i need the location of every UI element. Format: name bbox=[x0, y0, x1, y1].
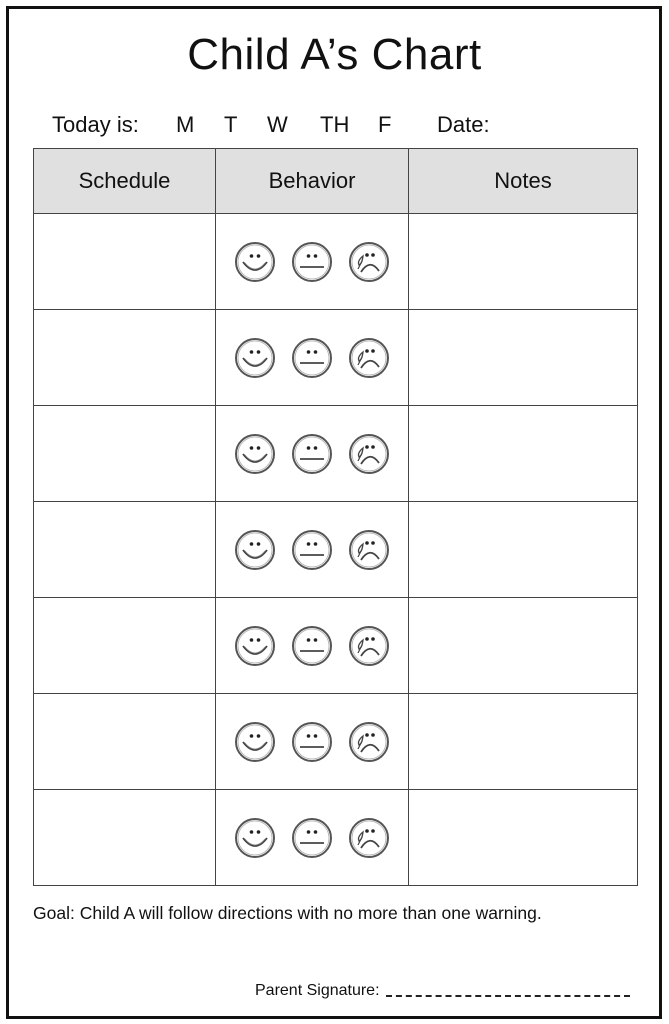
behavior-cell bbox=[215, 501, 409, 598]
behavior-faces bbox=[216, 694, 408, 789]
behavior-faces bbox=[216, 790, 408, 885]
day-option-thursday[interactable]: TH bbox=[320, 112, 349, 138]
table-row bbox=[33, 789, 638, 886]
notes-cell[interactable] bbox=[408, 693, 638, 790]
day-option-monday[interactable]: M bbox=[176, 112, 194, 138]
neutral-face-icon[interactable] bbox=[291, 529, 333, 571]
happy-face-icon[interactable] bbox=[234, 721, 276, 763]
chart-title: Child A’s Chart bbox=[187, 30, 482, 79]
behavior-cell bbox=[215, 693, 409, 790]
behavior-faces bbox=[216, 502, 408, 597]
neutral-face-icon[interactable] bbox=[291, 625, 333, 667]
goal-statement: Goal: Child A will follow directions wit… bbox=[33, 903, 542, 923]
notes-cell[interactable] bbox=[408, 213, 638, 310]
happy-face-icon[interactable] bbox=[234, 625, 276, 667]
table-row bbox=[33, 597, 638, 694]
neutral-face-icon[interactable] bbox=[291, 241, 333, 283]
schedule-cell[interactable] bbox=[33, 693, 216, 790]
neutral-face-icon[interactable] bbox=[291, 721, 333, 763]
happy-face-icon[interactable] bbox=[234, 529, 276, 571]
behavior-cell bbox=[215, 213, 409, 310]
date-label: Date: bbox=[437, 112, 490, 137]
behavior-cell bbox=[215, 405, 409, 502]
behavior-cell bbox=[215, 309, 409, 406]
day-option-tuesday[interactable]: T bbox=[224, 112, 237, 138]
schedule-cell[interactable] bbox=[33, 309, 216, 406]
today-label: Today is: bbox=[52, 112, 139, 137]
happy-face-icon[interactable] bbox=[234, 817, 276, 859]
behavior-faces bbox=[216, 214, 408, 309]
sad-face-icon[interactable] bbox=[348, 433, 390, 475]
day-option-friday[interactable]: F bbox=[378, 112, 391, 138]
header-notes: Notes bbox=[408, 148, 638, 214]
behavior-table: Schedule Behavior Notes bbox=[33, 148, 638, 886]
notes-cell[interactable] bbox=[408, 309, 638, 406]
sad-face-icon[interactable] bbox=[348, 721, 390, 763]
schedule-cell[interactable] bbox=[33, 213, 216, 310]
parent-signature: Parent Signature: bbox=[255, 982, 630, 1000]
neutral-face-icon[interactable] bbox=[291, 433, 333, 475]
happy-face-icon[interactable] bbox=[234, 337, 276, 379]
table-row bbox=[33, 693, 638, 790]
table-row bbox=[33, 309, 638, 406]
neutral-face-icon[interactable] bbox=[291, 817, 333, 859]
notes-cell[interactable] bbox=[408, 501, 638, 598]
table-row bbox=[33, 213, 638, 310]
notes-cell[interactable] bbox=[408, 597, 638, 694]
behavior-faces bbox=[216, 406, 408, 501]
behavior-cell bbox=[215, 597, 409, 694]
day-option-wednesday[interactable]: W bbox=[267, 112, 288, 138]
schedule-cell[interactable] bbox=[33, 789, 216, 886]
schedule-cell[interactable] bbox=[33, 501, 216, 598]
header-behavior: Behavior bbox=[215, 148, 409, 214]
happy-face-icon[interactable] bbox=[234, 241, 276, 283]
sad-face-icon[interactable] bbox=[348, 529, 390, 571]
sad-face-icon[interactable] bbox=[348, 337, 390, 379]
schedule-cell[interactable] bbox=[33, 597, 216, 694]
notes-cell[interactable] bbox=[408, 789, 638, 886]
header-schedule: Schedule bbox=[33, 148, 216, 214]
schedule-cell[interactable] bbox=[33, 405, 216, 502]
happy-face-icon[interactable] bbox=[234, 433, 276, 475]
neutral-face-icon[interactable] bbox=[291, 337, 333, 379]
table-row bbox=[33, 501, 638, 598]
signature-line[interactable] bbox=[385, 995, 630, 997]
behavior-cell bbox=[215, 789, 409, 886]
behavior-faces bbox=[216, 598, 408, 693]
sad-face-icon[interactable] bbox=[348, 625, 390, 667]
sad-face-icon[interactable] bbox=[348, 817, 390, 859]
signature-label: Parent Signature: bbox=[255, 982, 380, 999]
notes-cell[interactable] bbox=[408, 405, 638, 502]
behavior-faces bbox=[216, 310, 408, 405]
table-row bbox=[33, 405, 638, 502]
sad-face-icon[interactable] bbox=[348, 241, 390, 283]
table-header-row: Schedule Behavior Notes bbox=[33, 148, 638, 214]
